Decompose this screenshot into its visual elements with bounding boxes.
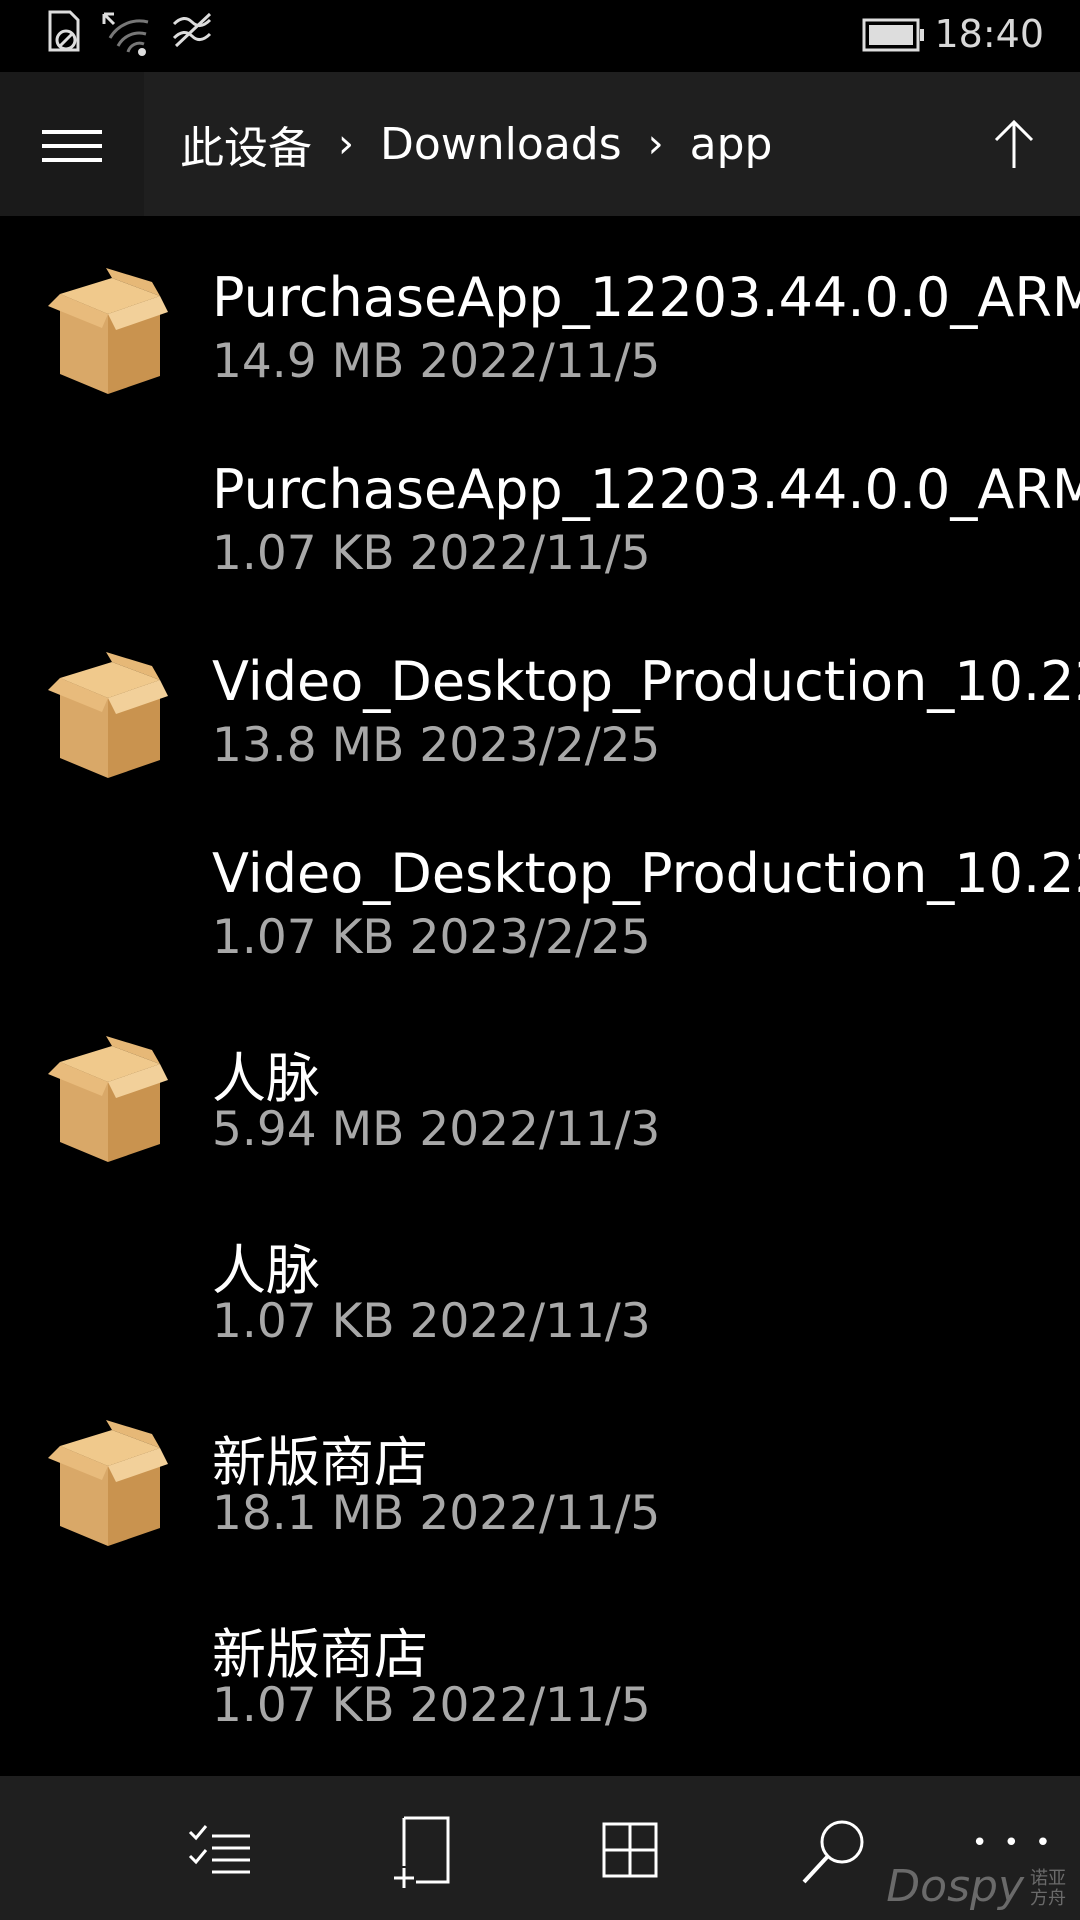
select-icon[interactable] — [180, 1810, 260, 1890]
watermark: Dospy 诺亚 方舟 — [886, 1861, 1066, 1912]
package-box-icon — [42, 650, 172, 780]
new-file-icon[interactable] — [388, 1810, 468, 1890]
file-list-item[interactable]: 新版商店 18.1 MB 2022/11/5 — [0, 1368, 1080, 1560]
file-date: 2023/2/25 — [419, 718, 661, 773]
breadcrumb-item-downloads[interactable]: Downloads — [380, 119, 622, 170]
battery-icon — [862, 18, 924, 52]
file-list-item[interactable]: PurchaseApp_12203.44.0.0_ARM 1.07 KB 2022… — [0, 408, 1080, 600]
file-size: 5.94 MB — [212, 1102, 405, 1157]
status-time: 18:40 — [934, 12, 1044, 56]
file-size: 18.1 MB — [212, 1486, 405, 1541]
watermark-brand: Dospy — [886, 1861, 1024, 1912]
file-date: 2022/11/5 — [419, 1486, 661, 1541]
search-icon[interactable] — [796, 1810, 876, 1890]
file-list-item[interactable]: 人脉 1.07 KB 2022/11/3 — [0, 1176, 1080, 1368]
file-date: 2022/11/5 — [409, 1678, 651, 1733]
chevron-right-icon: › — [647, 121, 664, 167]
status-bar: 18:40 — [0, 0, 1080, 72]
file-date: 2023/2/25 — [409, 910, 651, 965]
file-date: 2022/11/3 — [409, 1294, 651, 1349]
file-name: Video_Desktop_Production_10.2204 — [212, 650, 1080, 713]
app-bar: • • • Dospy 诺亚 方舟 — [0, 1776, 1080, 1920]
package-box-icon — [42, 1418, 172, 1548]
file-list-item[interactable]: PurchaseApp_12203.44.0.0_ARM 14.9 MB 2022… — [0, 216, 1080, 408]
file-size: 1.07 KB — [212, 1294, 395, 1349]
file-meta: 1.07 KB 2022/11/3 — [212, 1294, 651, 1349]
file-size: 1.07 KB — [212, 526, 395, 581]
file-date: 2022/11/3 — [419, 1102, 661, 1157]
chevron-right-icon: › — [338, 121, 354, 167]
file-size: 13.8 MB — [212, 718, 405, 773]
breadcrumb-item-device[interactable]: 此设备 — [180, 112, 312, 176]
file-date: 2022/11/5 — [419, 334, 661, 389]
wifi-icon — [102, 12, 149, 56]
file-list-item[interactable]: 人脉 5.94 MB 2022/11/3 — [0, 984, 1080, 1176]
breadcrumb-item-app[interactable]: app — [690, 119, 773, 170]
file-name: PurchaseApp_12203.44.0.0_ARM — [212, 266, 1080, 329]
package-box-icon — [42, 1034, 172, 1164]
data-saver-icon — [172, 12, 212, 48]
up-arrow-button[interactable] — [986, 116, 1042, 172]
file-size: 1.07 KB — [212, 1678, 395, 1733]
file-meta: 18.1 MB 2022/11/5 — [212, 1486, 660, 1541]
file-list: PurchaseApp_12203.44.0.0_ARM 14.9 MB 2022… — [0, 216, 1080, 1776]
file-meta: 1.07 KB 2022/11/5 — [212, 1678, 651, 1733]
file-size: 1.07 KB — [212, 910, 395, 965]
watermark-sub-2: 方舟 — [1030, 1888, 1066, 1909]
file-meta: 1.07 KB 2022/11/5 — [212, 526, 651, 581]
file-name: Video_Desktop_Production_10.2204 — [212, 842, 1080, 905]
hamburger-icon — [42, 130, 102, 134]
file-meta: 1.07 KB 2023/2/25 — [212, 910, 651, 965]
grid-view-icon[interactable] — [590, 1810, 670, 1890]
file-size: 14.9 MB — [212, 334, 405, 389]
file-meta: 14.9 MB 2022/11/5 — [212, 334, 660, 389]
file-list-item[interactable]: 新版商店 1.07 KB 2022/11/5 — [0, 1560, 1080, 1752]
file-list-item[interactable]: Video_Desktop_Production_10.220413.8 MB … — [0, 600, 1080, 792]
package-box-icon — [42, 266, 172, 396]
file-name: PurchaseApp_12203.44.0.0_ARM — [212, 458, 1080, 521]
more-button[interactable]: • • • — [972, 1828, 1055, 1858]
no-sim-icon — [48, 10, 80, 52]
hamburger-menu-button[interactable] — [0, 72, 144, 216]
file-list-item[interactable]: Video_Desktop_Production_10.22041.07 KB … — [0, 792, 1080, 984]
breadcrumb: 此设备 › Downloads › app — [180, 72, 772, 216]
header: 此设备 › Downloads › app — [0, 72, 1080, 216]
file-meta: 13.8 MB 2023/2/25 — [212, 718, 660, 773]
file-date: 2022/11/5 — [409, 526, 651, 581]
watermark-sub-1: 诺亚 — [1030, 1868, 1066, 1889]
file-meta: 5.94 MB 2022/11/3 — [212, 1102, 660, 1157]
